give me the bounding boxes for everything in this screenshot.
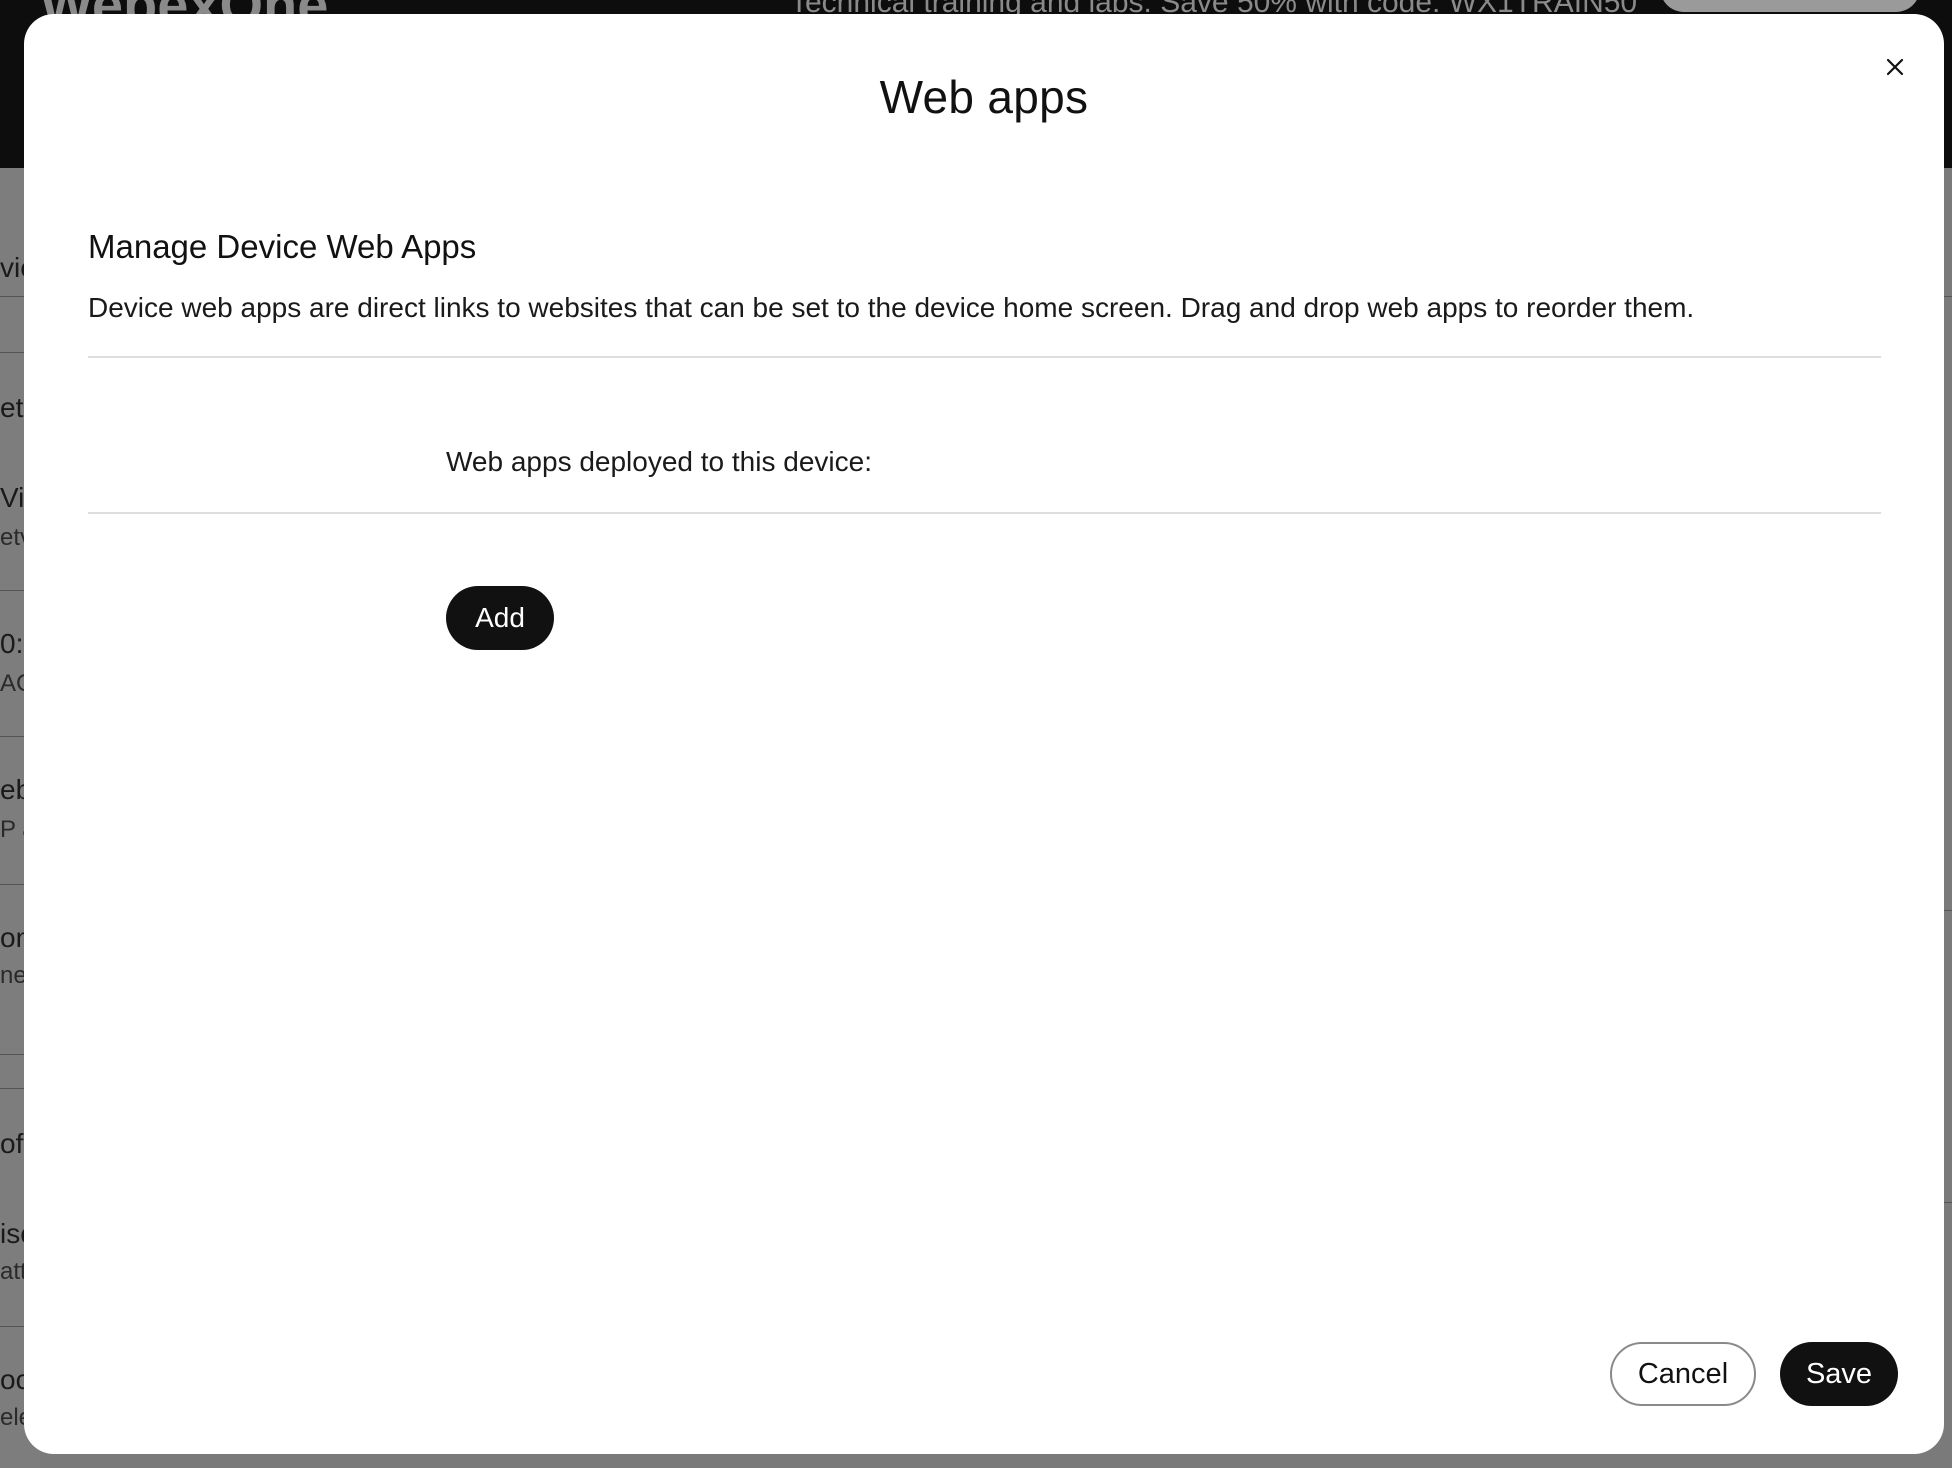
deployed-apps-label: Web apps deployed to this device:: [446, 446, 872, 477]
web-apps-dialog: Web apps Manage Device Web Apps Device w…: [24, 14, 1944, 1454]
background-text-fragment: et: [0, 392, 24, 423]
save-button[interactable]: Save: [1780, 1342, 1898, 1406]
background-divider: [0, 1326, 24, 1327]
dialog-title: Web apps: [879, 71, 1089, 123]
background-divider: [0, 1054, 24, 1055]
background-text-fragment: att: [0, 1258, 27, 1285]
background-text-fragment: of: [0, 1128, 24, 1159]
background-divider: [0, 1088, 24, 1089]
cancel-button[interactable]: Cancel: [1610, 1342, 1756, 1406]
section-heading: Manage Device Web Apps: [88, 228, 477, 265]
section-divider: [88, 356, 1881, 358]
background-header-button: [1660, 0, 1920, 12]
section-description: Device web apps are direct links to webs…: [88, 292, 1695, 323]
background-divider: [0, 296, 24, 297]
background-divider: [0, 736, 24, 737]
add-web-app-button[interactable]: Add: [446, 586, 554, 650]
background-divider: [0, 590, 24, 591]
background-divider: [0, 884, 24, 885]
background-text-fragment: ne: [0, 962, 27, 989]
background-divider: [0, 352, 24, 353]
list-divider: [88, 512, 1881, 514]
